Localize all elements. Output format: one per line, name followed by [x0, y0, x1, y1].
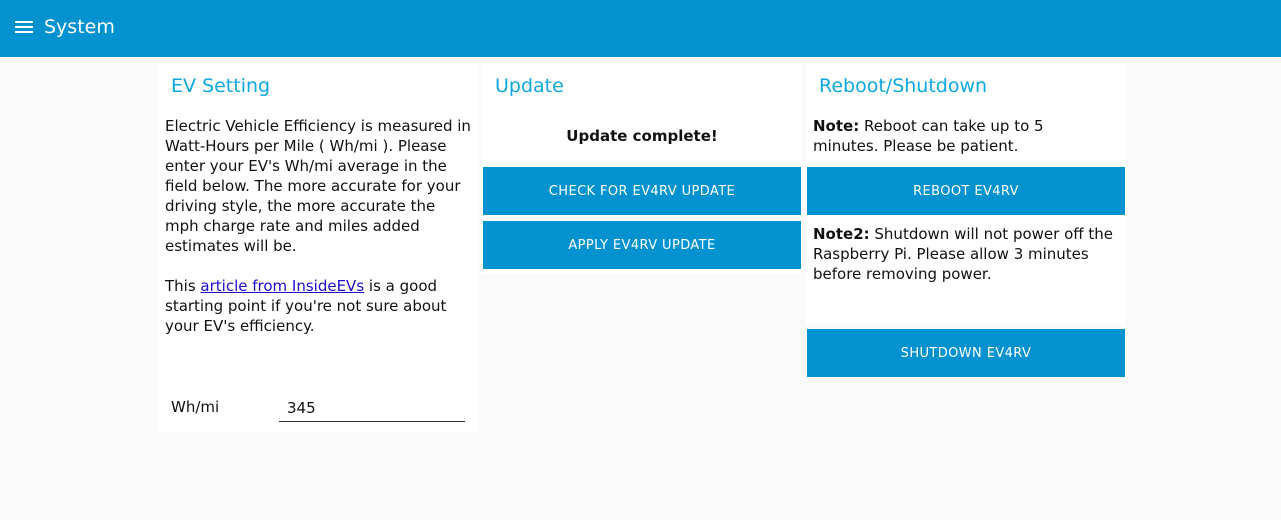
page-title: System	[44, 16, 115, 38]
update-title: Update	[495, 75, 564, 97]
article-paragraph: This article from InsideEVs is a good st…	[165, 276, 471, 336]
ev-setting-title: EV Setting	[171, 75, 271, 97]
shutdown-note-label: Note2:	[813, 225, 870, 243]
reboot-note-label: Note:	[813, 117, 860, 135]
insideevs-article-link[interactable]: article from InsideEVs	[200, 277, 364, 295]
ev-setting-card: EV Setting Electric Vehicle Efficiency i…	[158, 64, 478, 432]
ev-efficiency-paragraph: Electric Vehicle Efficiency is measured …	[165, 117, 471, 255]
check-update-button[interactable]: CHECK FOR EV4RV UPDATE	[483, 167, 801, 215]
shutdown-note: Note2: Shutdown will not power off the R…	[813, 224, 1113, 284]
wh-mi-input[interactable]	[279, 394, 465, 422]
ev-efficiency-description: Electric Vehicle Efficiency is measured …	[165, 116, 471, 336]
shutdown-button[interactable]: SHUTDOWN EV4RV	[807, 329, 1125, 377]
apply-update-button[interactable]: APPLY EV4RV UPDATE	[483, 221, 801, 269]
update-status-message: Update complete!	[566, 127, 718, 145]
reboot-shutdown-title: Reboot/Shutdown	[819, 75, 988, 97]
reboot-note: Note: Reboot can take up to 5 minutes. P…	[813, 116, 1113, 156]
hamburger-menu-icon[interactable]	[14, 19, 34, 35]
app-bar: System	[0, 0, 1281, 57]
reboot-button[interactable]: REBOOT EV4RV	[807, 167, 1125, 215]
article-prefix: This	[165, 277, 201, 295]
wh-mi-label: Wh/mi	[171, 398, 220, 416]
